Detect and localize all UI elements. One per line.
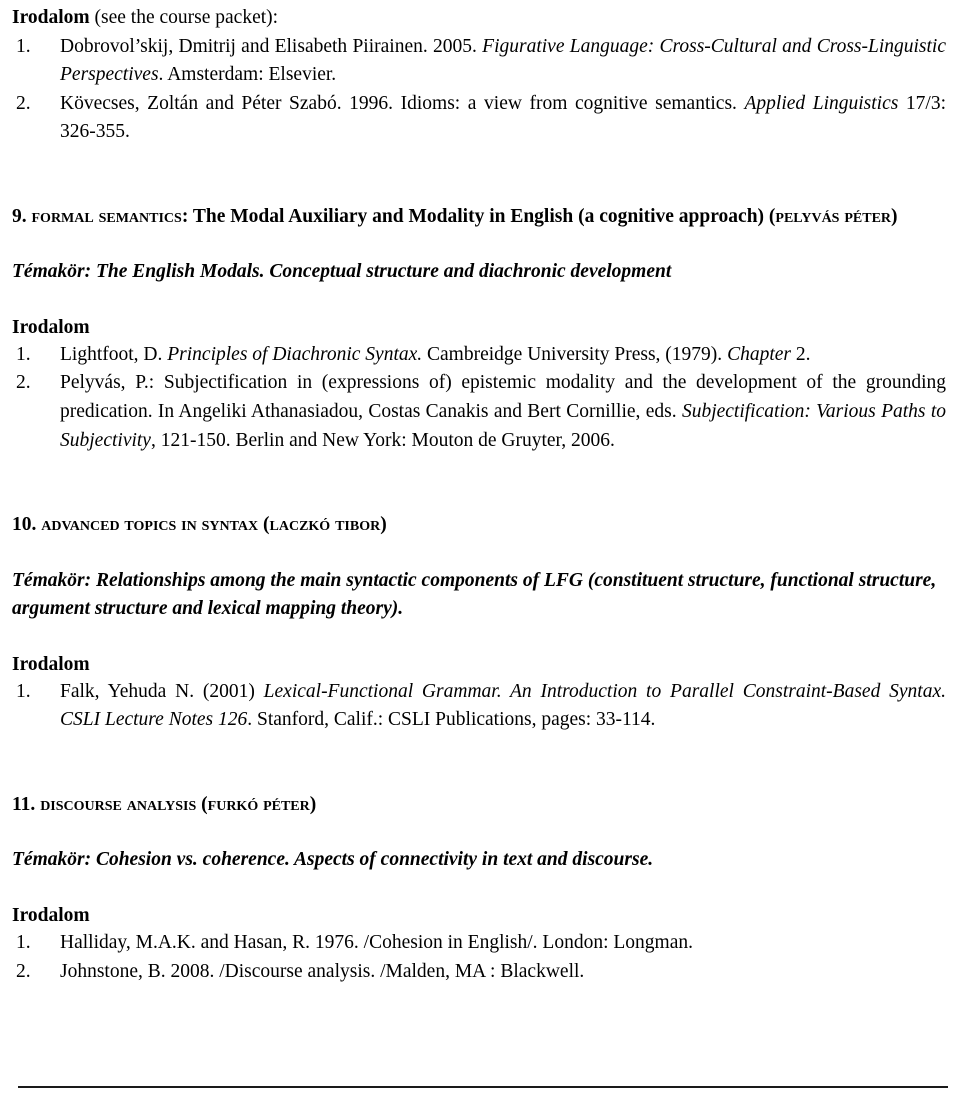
temakor-line: Témakör: The English Modals. Conceptual … xyxy=(12,258,946,287)
section-block: 10. Advanced topics in syntax (Laczkó Ti… xyxy=(12,511,946,735)
footer-divider xyxy=(18,1086,948,1088)
section-author: Furkó Péter xyxy=(207,793,310,815)
section-number: 10. xyxy=(12,514,42,536)
reference-number: 1. xyxy=(16,680,31,702)
irodalom-note: (see the course packet): xyxy=(89,7,279,28)
reference-text: . Stanford, Calif.: CSLI Publications, p… xyxy=(247,709,656,731)
reference-item: 1. Falk, Yehuda N. (2001) Lexical-Functio… xyxy=(12,678,946,735)
section-title-smallcaps: Formal semantics xyxy=(31,205,182,227)
reference-number: 2. xyxy=(16,960,31,982)
reference-number: 2. xyxy=(16,92,31,114)
section-title-rest: : The Modal Auxiliary and Modality in En… xyxy=(181,205,776,227)
top-bibliography-block: Irodalom (see the course packet): 1. Dobr… xyxy=(12,4,946,147)
section-reference-list: 1. Falk, Yehuda N. (2001) Lexical-Functio… xyxy=(12,678,946,735)
section-title-rest: ( xyxy=(196,793,208,815)
reference-text: Dobrovol’skij, Dmitrij and Elisabeth Pii… xyxy=(60,35,483,57)
temakor-text: Cohesion vs. coherence. Aspects of conne… xyxy=(91,849,654,871)
irodalom-label: Irodalom xyxy=(12,316,90,338)
section-number: 9. xyxy=(12,205,32,227)
section-author: Pelyvás Péter xyxy=(775,205,892,227)
temakor-label: Témakör: xyxy=(12,261,92,283)
section-title-smallcaps: Advanced topics in syntax xyxy=(41,514,259,536)
section-heading: 9. Formal semantics: The Modal Auxiliary… xyxy=(12,203,946,232)
temakor-text: The English Modals. Conceptual structure… xyxy=(91,261,672,283)
section-block: 11. Discourse Analysis (Furkó Péter) Téma… xyxy=(12,791,946,986)
section-title-close: ) xyxy=(891,205,898,227)
top-reference-list: 1. Dobrovol’skij, Dmitrij and Elisabeth P… xyxy=(12,33,946,147)
reference-text: , 121-150. Berlin and New York: Mouton d… xyxy=(150,429,615,451)
irodalom-label: Irodalom xyxy=(12,653,90,675)
temakor-line: Témakör: Cohesion vs. coherence. Aspects… xyxy=(12,846,946,875)
section-title-close: ) xyxy=(309,793,317,815)
reference-title-italic: Principles of Diachronic Syntax. xyxy=(167,343,423,365)
temakor-label: Témakör: xyxy=(12,849,92,871)
reference-number: 2. xyxy=(16,372,31,394)
reference-text: Halliday, M.A.K. and Hasan, R. 1976. /Co… xyxy=(60,931,693,953)
reference-item: 2. Johnstone, B. 2008. /Discourse analysi… xyxy=(12,958,946,987)
reference-item: 1. Lightfoot, D. Principles of Diachronic… xyxy=(12,341,946,370)
reference-text: Kövecses, Zoltán and Péter Szabó. 1996. … xyxy=(60,92,745,114)
irodalom-label: Irodalom xyxy=(12,904,90,926)
reference-number: 1. xyxy=(16,931,31,953)
footer-rule-container xyxy=(12,1086,948,1088)
reference-item: 1. Halliday, M.A.K. and Hasan, R. 1976. /… xyxy=(12,929,946,958)
section-heading: 11. Discourse Analysis (Furkó Péter) xyxy=(12,791,946,820)
reference-number: 1. xyxy=(16,35,31,57)
section-reference-list: 1. Halliday, M.A.K. and Hasan, R. 1976. /… xyxy=(12,929,946,986)
section-block: 9. Formal semantics: The Modal Auxiliary… xyxy=(12,203,946,455)
temakor-line: Témakör: Relationships among the main sy… xyxy=(12,567,946,624)
section-number: 11. xyxy=(12,793,41,815)
reference-title-italic: Lexical-Functional Grammar. An Introduct… xyxy=(263,680,946,702)
reference-text: Lightfoot, D. xyxy=(60,343,168,365)
temakor-label: Témakör: xyxy=(12,569,92,591)
reference-text: Johnstone, B. 2008. /Discourse analysis.… xyxy=(60,960,585,982)
section-title-rest: ( xyxy=(258,514,270,536)
section-title-smallcaps: Discourse Analysis xyxy=(40,793,197,815)
irodalom-heading-top: Irodalom (see the course packet): xyxy=(12,4,946,33)
irodalom-label: Irodalom xyxy=(12,7,90,28)
temakor-text: Relationships among the main syntactic c… xyxy=(12,569,937,620)
reference-text: . Amsterdam: Elsevier. xyxy=(158,64,337,86)
section-heading: 10. Advanced topics in syntax (Laczkó Ti… xyxy=(12,511,946,540)
section-title-close: ) xyxy=(380,514,387,536)
section-author: Laczkó Tibor xyxy=(269,514,381,536)
reference-title-italic: CSLI Lecture Notes 126 xyxy=(60,709,248,731)
sections-container: 9. Formal semantics: The Modal Auxiliary… xyxy=(12,203,946,986)
document-page: Irodalom (see the course packet): 1. Dobr… xyxy=(0,0,960,1099)
reference-item: 2. Kövecses, Zoltán and Péter Szabó. 1996… xyxy=(12,90,946,147)
section-reference-list: 1. Lightfoot, D. Principles of Diachronic… xyxy=(12,341,946,455)
reference-item: 1. Dobrovol’skij, Dmitrij and Elisabeth P… xyxy=(12,33,946,90)
reference-text: Falk, Yehuda N. (2001) xyxy=(60,680,264,702)
reference-text: Cambreidge University Press, (1979). xyxy=(422,343,728,365)
reference-title-italic: Applied Linguistics xyxy=(744,92,899,114)
reference-title-italic: Chapter xyxy=(727,343,791,365)
reference-text: 2. xyxy=(790,343,811,365)
reference-item: 2. Pelyvás, P.: Subjectification in (expr… xyxy=(12,369,946,455)
reference-number: 1. xyxy=(16,343,31,365)
